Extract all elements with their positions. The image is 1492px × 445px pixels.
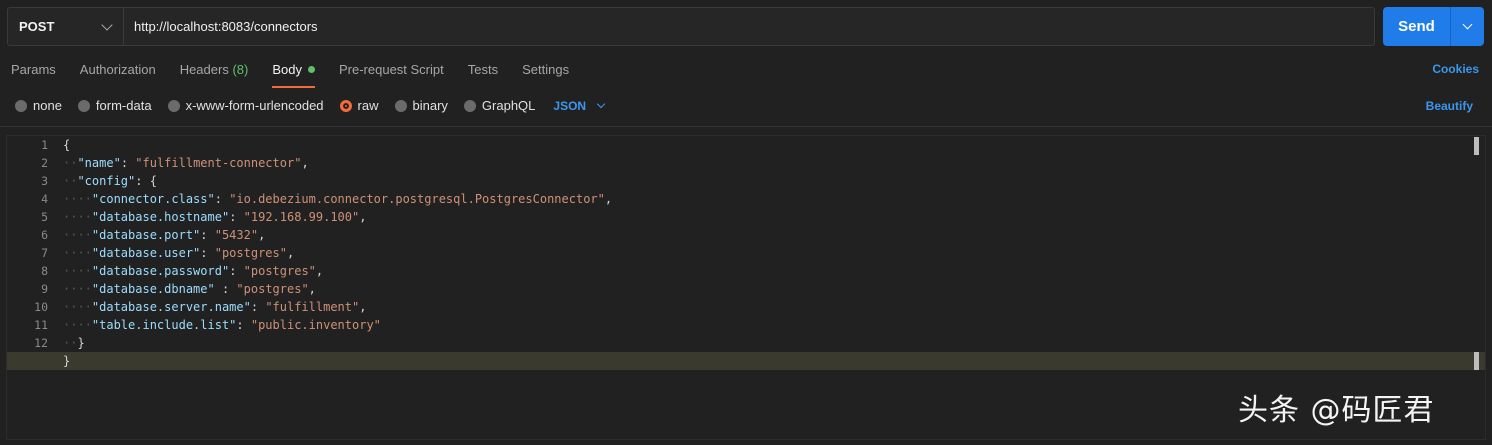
code-line: ····"database.user": "postgres", [63,246,295,260]
chevron-down-icon [101,18,113,31]
chevron-down-icon [1462,19,1473,30]
mode-label: binary [412,98,448,113]
mode-urlencoded[interactable]: x-www-form-urlencoded [167,98,324,113]
send-button-group: Send [1383,7,1484,46]
mode-binary[interactable]: binary [394,98,448,113]
mode-label: x-www-form-urlencoded [185,98,324,113]
line-number: 8 [41,264,48,278]
send-button[interactable]: Send [1383,7,1451,46]
code-line: ··"config": { [63,174,157,188]
mode-raw[interactable]: raw [339,98,379,113]
watermark: 头条 @码匠君 [1238,393,1435,428]
mode-label: form-data [95,98,152,113]
tab-params[interactable]: Params [11,62,56,86]
line-number: 10 [34,300,48,314]
line-number: 3 [41,174,48,188]
format-label: JSON [553,98,587,113]
line-number: 12 [34,336,48,350]
code-line: ····"database.dbname" : "postgres", [63,282,316,296]
mode-graphql[interactable]: GraphQL [463,98,536,113]
mode-label: GraphQL [481,98,536,113]
radio-icon [167,99,180,112]
request-tabs: Params Authorization Headers (8) Body Pr… [11,62,593,88]
code-line: { [63,138,71,152]
chevron-down-icon [596,99,606,108]
tab-authorization[interactable]: Authorization [80,62,156,86]
radio-icon [15,99,27,112]
format-select[interactable]: JSON [553,98,606,113]
request-bar: POST http://localhost:8083/connectors [7,7,1375,46]
method-select[interactable]: POST [8,8,124,45]
tab-headers[interactable]: Headers (8) [180,62,249,86]
radio-icon [394,99,407,112]
code-line: ··"name": "fulfillment-connector", [63,156,309,170]
line-number: 4 [41,192,48,206]
radio-icon [77,99,90,112]
body-mode-options: none form-data x-www-form-urlencoded raw… [15,98,606,113]
beautify-button[interactable]: Beautify [1426,99,1473,113]
tab-tests[interactable]: Tests [468,62,498,86]
line-number: 11 [34,318,48,332]
scrollbar-thumb[interactable] [1474,137,1479,155]
body-indicator-dot [307,66,315,73]
radio-selected-icon [339,99,352,112]
line-number: 9 [41,282,48,296]
line-number: 6 [41,228,48,242]
scrollbar-marker [1474,352,1479,370]
cookies-link[interactable]: Cookies [1432,62,1479,76]
code-line: ··} [63,336,85,350]
code-line: ····"database.server.name": "fulfillment… [63,300,367,314]
mode-label: raw [357,98,379,113]
send-options-button[interactable] [1451,7,1484,46]
tab-settings[interactable]: Settings [522,62,569,86]
code-line: ····"table.include.list": "public.invent… [63,318,381,332]
tab-body[interactable]: Body [272,62,315,88]
line-number: 1 [41,138,48,152]
mode-none[interactable]: none [15,98,62,113]
tab-pre-request-script[interactable]: Pre-request Script [339,62,444,86]
line-number: 5 [41,210,48,224]
line-number: 2 [41,156,48,170]
mode-label: none [33,98,62,113]
tab-headers-label: Headers [179,62,229,77]
code-area[interactable]: { ··"name": "fulfillment-connector", ··"co… [7,136,1485,370]
divider [0,126,1492,127]
method-label: POST [19,19,55,34]
radio-icon [463,99,476,112]
code-line: } [7,352,1485,370]
line-number-gutter: 12345678910111213 [7,136,53,439]
code-line: ····"database.port": "5432", [63,228,266,242]
url-input[interactable]: http://localhost:8083/connectors [124,8,1374,45]
code-line: ····"connector.class": "io.debezium.conn… [63,192,613,206]
tab-body-label: Body [272,62,302,77]
headers-count: (8) [232,62,249,77]
line-number: 7 [41,246,48,260]
mode-form-data[interactable]: form-data [77,98,152,113]
code-line: ····"database.password": "postgres", [63,264,324,278]
code-line: ····"database.hostname": "192.168.99.100… [63,210,367,224]
